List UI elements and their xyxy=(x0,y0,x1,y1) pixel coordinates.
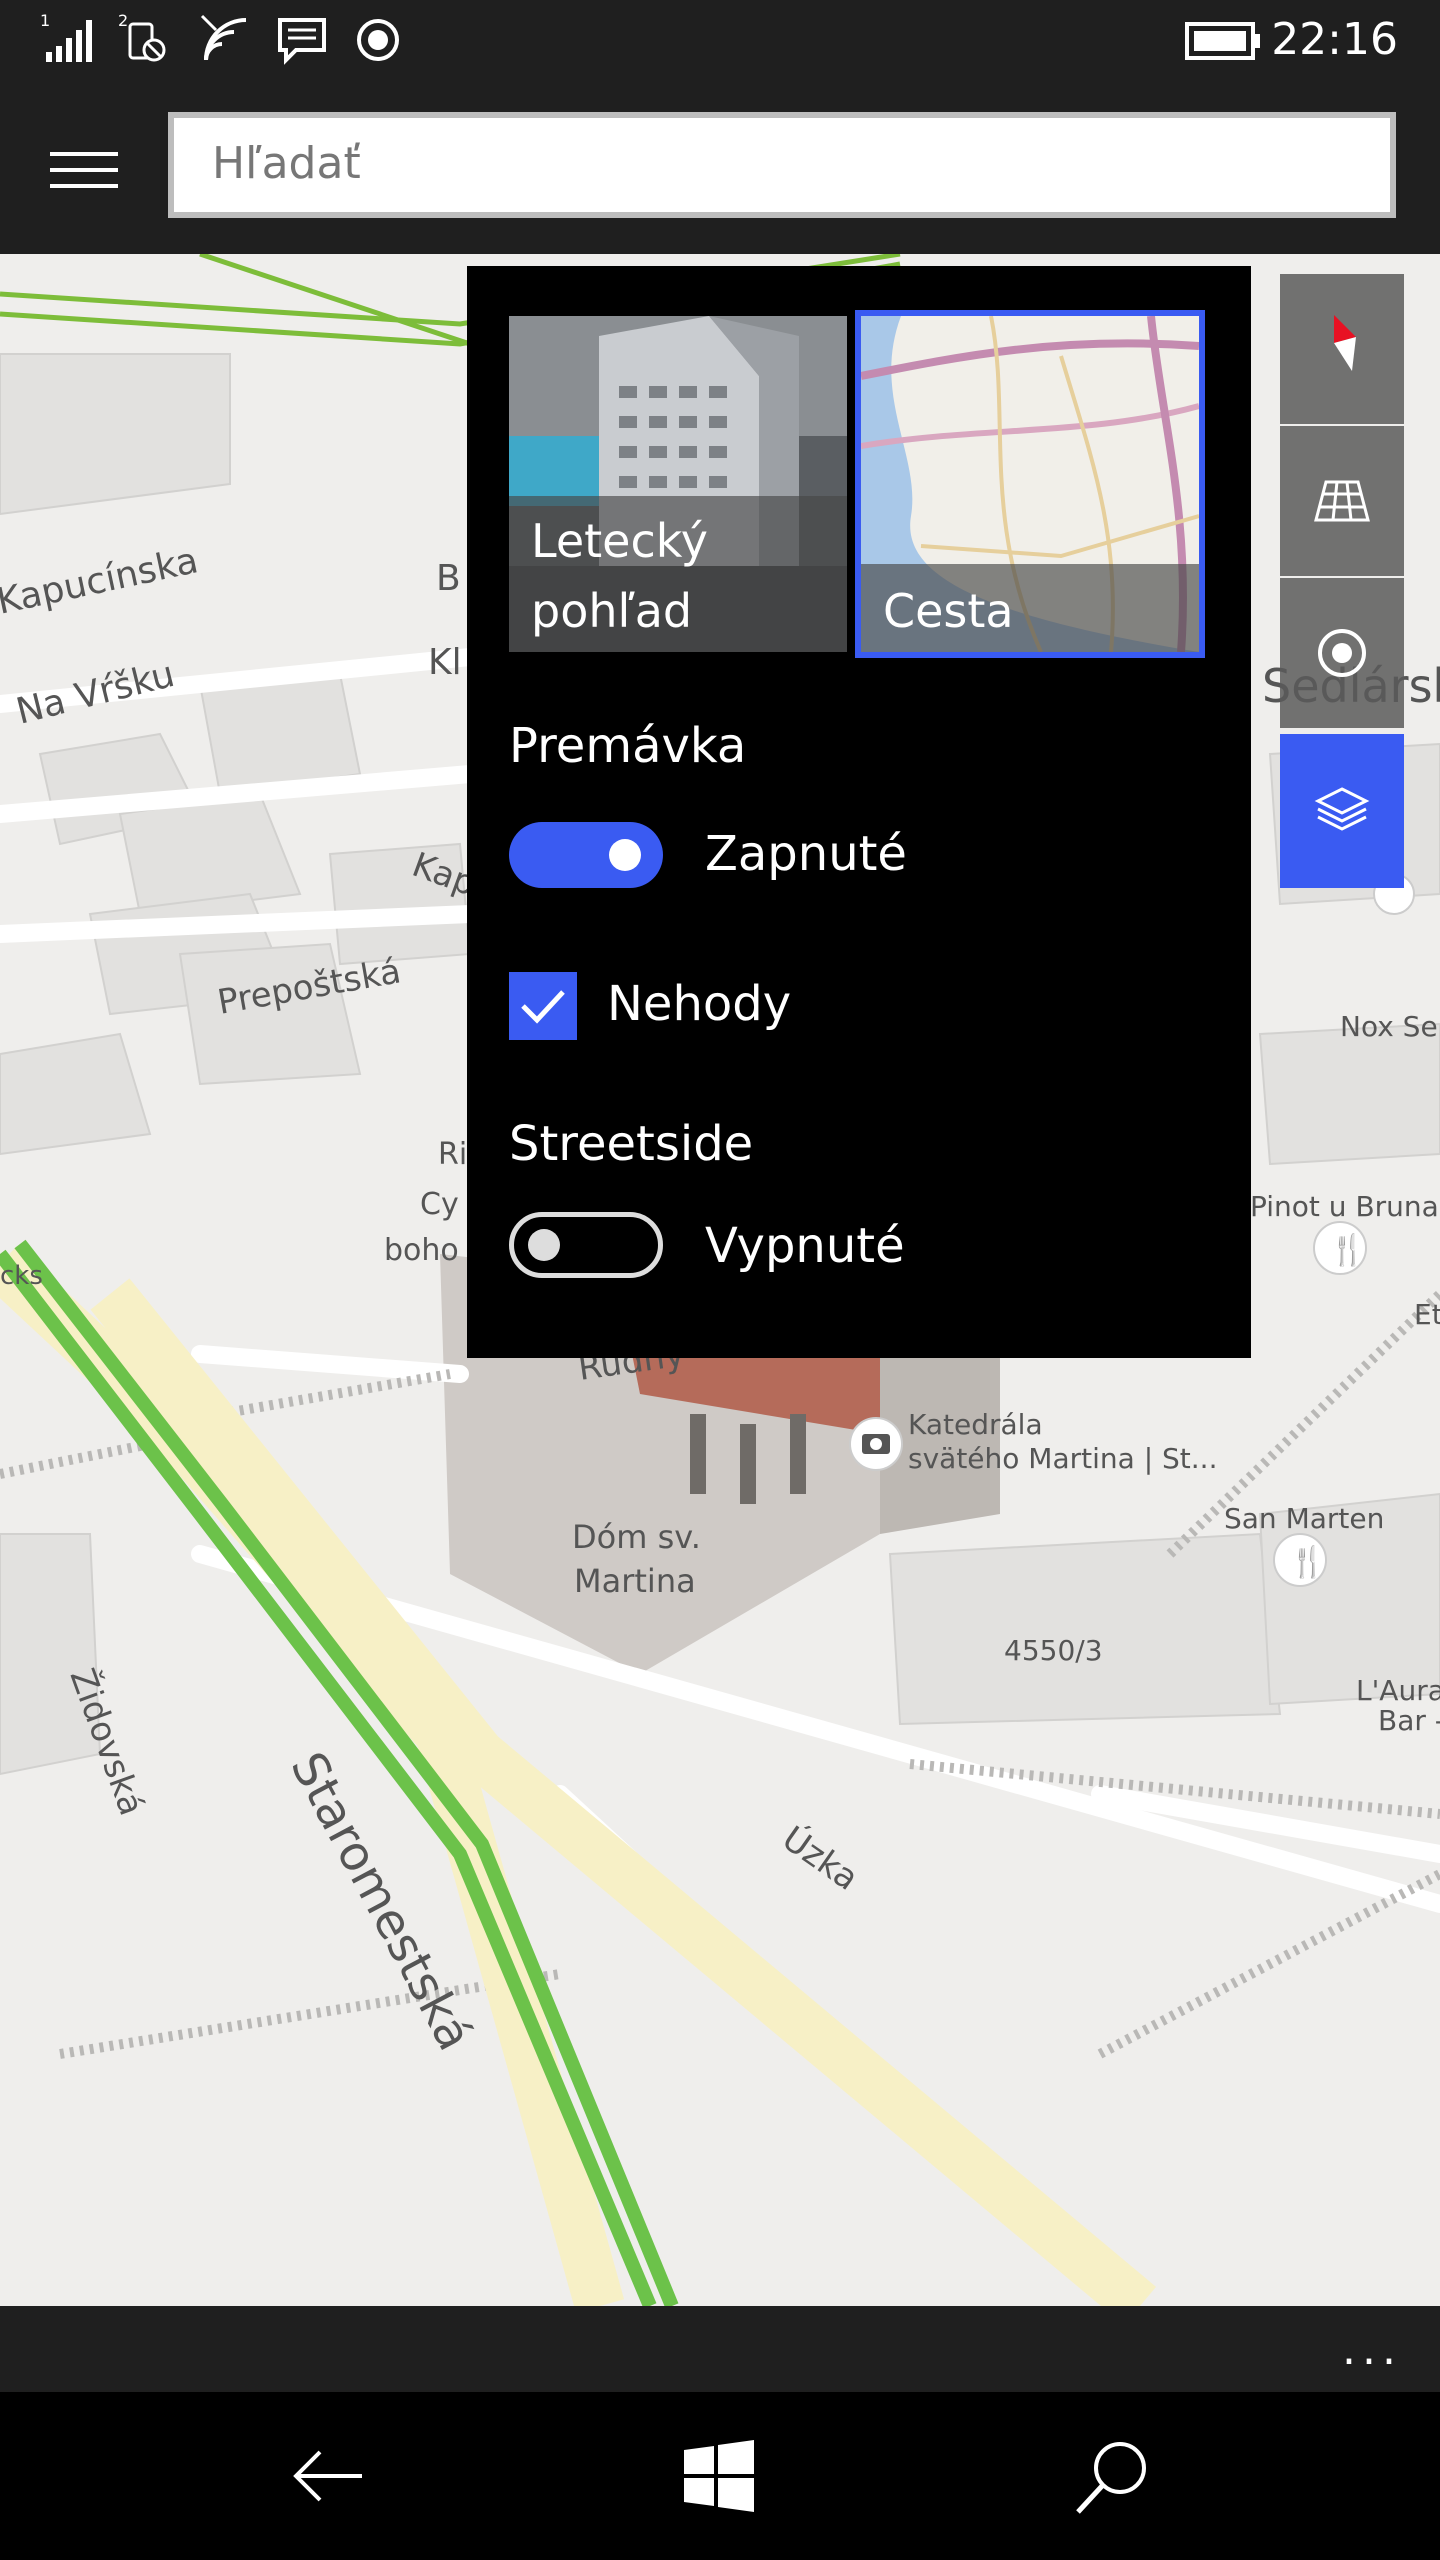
more-icon[interactable]: ... xyxy=(1342,2324,1402,2375)
app-bottom-bar: ... xyxy=(0,2306,1440,2392)
streetside-heading: Streetside xyxy=(509,1116,754,1172)
search-icon[interactable] xyxy=(1070,2434,1154,2518)
3d-grid-icon[interactable] xyxy=(1280,426,1404,576)
map-label: Bar - xyxy=(1378,1704,1440,1737)
location-status-icon xyxy=(348,8,408,72)
hamburger-icon[interactable] xyxy=(40,140,128,200)
compass-icon[interactable] xyxy=(1280,274,1404,424)
map-label: L'Aura xyxy=(1356,1674,1440,1707)
layers-icon[interactable] xyxy=(1280,734,1404,888)
incidents-label: Nehody xyxy=(607,976,792,1032)
aerial-view-label-line2: pohľad xyxy=(531,584,693,638)
map-label: Cy xyxy=(420,1187,459,1222)
battery-icon xyxy=(1184,18,1264,68)
map-label: B xyxy=(436,558,461,599)
map-label: Kapucínska xyxy=(0,540,202,623)
traffic-toggle[interactable] xyxy=(509,822,663,888)
windows-start-icon[interactable] xyxy=(678,2434,762,2518)
signal-sim1-icon: 1 xyxy=(38,8,98,72)
map-label: Katedrála xyxy=(908,1408,1043,1441)
incidents-checkbox[interactable] xyxy=(509,972,577,1040)
clock: 22:16 xyxy=(1271,14,1398,65)
locate-icon[interactable] xyxy=(1280,578,1404,728)
map-label: Martina xyxy=(574,1562,696,1600)
map-label: Úzka xyxy=(775,1818,866,1899)
map-label: cks xyxy=(0,1261,43,1291)
map-label: San Marten xyxy=(1224,1502,1384,1535)
road-view-tile[interactable]: Cesta xyxy=(861,316,1199,652)
status-bar: 1 2 22:16 xyxy=(0,0,1440,86)
map-controls xyxy=(1280,274,1404,888)
road-view-label: Cesta xyxy=(883,584,1014,638)
sim1-number: 1 xyxy=(40,11,50,30)
aerial-view-label-line1: Letecký xyxy=(531,514,708,568)
map-label: Ri xyxy=(438,1137,467,1172)
map-style-panel: Letecký pohľad Cesta Premávka Zapnuté Ne… xyxy=(467,266,1251,1358)
streetside-toggle-label: Vypnuté xyxy=(705,1218,905,1274)
map-label: 4550/3 xyxy=(1004,1634,1103,1667)
navigation-bar xyxy=(0,2392,1440,2560)
svg-text:🍴: 🍴 xyxy=(1329,1232,1366,1268)
wifi-icon xyxy=(196,8,256,72)
traffic-toggle-label: Zapnuté xyxy=(705,826,907,882)
search-input[interactable]: Hľadať xyxy=(168,112,1396,218)
traffic-heading: Premávka xyxy=(509,718,747,774)
message-icon xyxy=(272,8,332,72)
aerial-view-tile[interactable]: Letecký pohľad xyxy=(509,316,847,652)
map-label: Na Vŕšku xyxy=(12,654,178,733)
svg-text:🍴: 🍴 xyxy=(1289,1544,1326,1580)
app-bar: Hľadať xyxy=(0,86,1440,254)
streetside-toggle[interactable] xyxy=(509,1212,663,1278)
map-label: Et xyxy=(1414,1298,1440,1331)
sim2-number: 2 xyxy=(118,11,128,30)
map-label: Dóm sv. xyxy=(572,1518,701,1556)
signal-sim2-icon: 2 xyxy=(116,8,176,72)
back-arrow-icon[interactable] xyxy=(286,2434,370,2518)
map-label: Nox Se xyxy=(1340,1010,1438,1043)
map-label: svätého Martina | St... xyxy=(908,1442,1217,1475)
map-label: Pinot u Bruna xyxy=(1250,1190,1439,1223)
map-label: boho xyxy=(384,1233,459,1268)
map-label: Kl xyxy=(428,642,462,683)
